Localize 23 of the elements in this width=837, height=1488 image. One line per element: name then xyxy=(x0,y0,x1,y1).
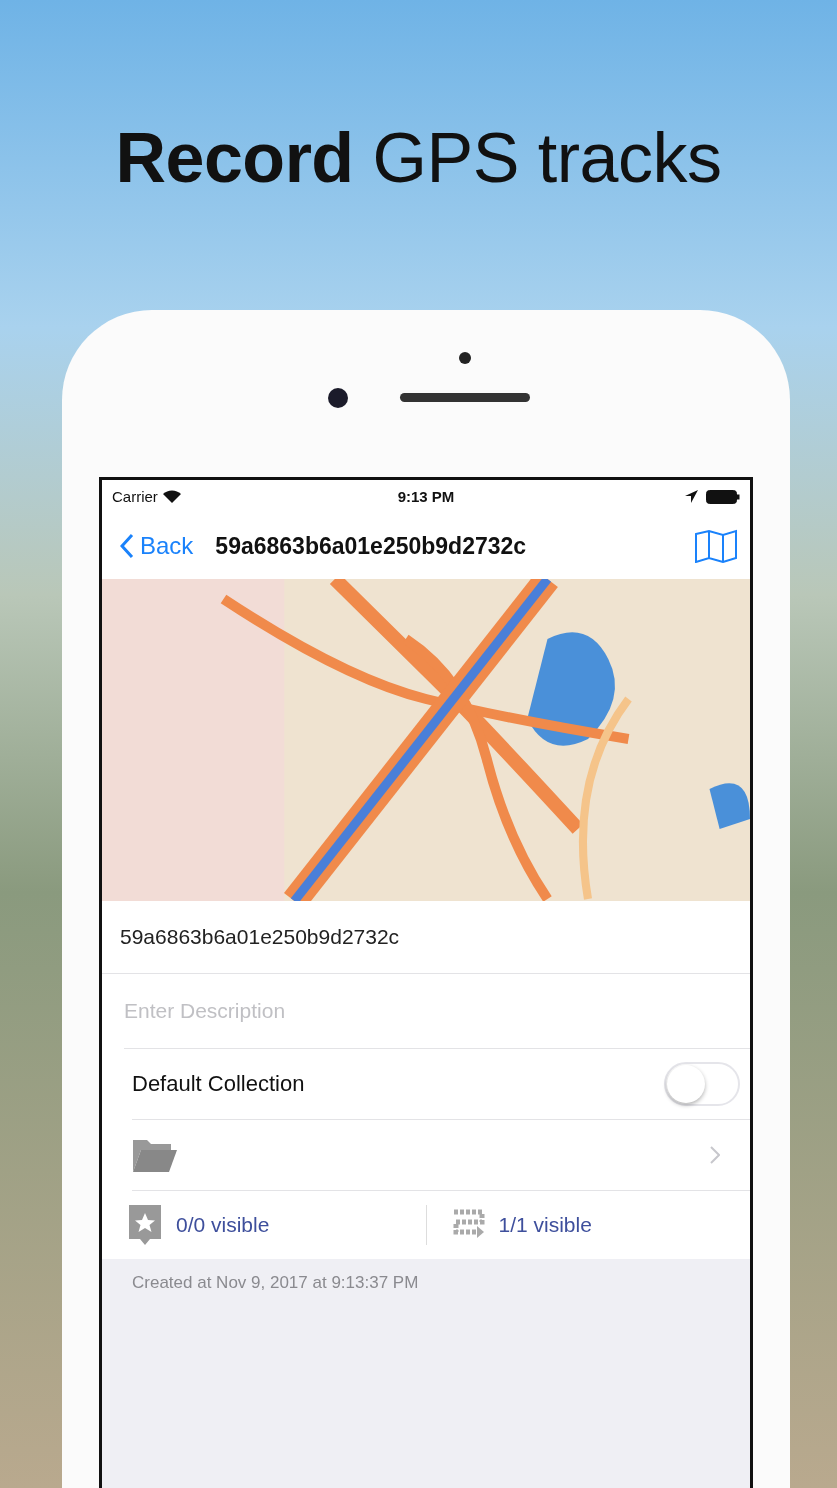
carrier-label: Carrier xyxy=(112,488,158,505)
collection-toggle[interactable] xyxy=(664,1062,740,1106)
map-icon[interactable] xyxy=(694,529,738,563)
location-arrow-icon xyxy=(685,490,698,503)
description-field[interactable]: Enter Description xyxy=(124,999,740,1023)
track-name-field[interactable]: 59a6863b6a01e250b9d2732c xyxy=(120,925,740,949)
map-drawing[interactable] xyxy=(102,579,750,901)
battery-icon xyxy=(706,489,740,504)
camera-lens xyxy=(328,388,348,408)
sensor-dot xyxy=(459,352,471,364)
chevron-right-icon[interactable] xyxy=(710,1146,720,1164)
wifi-icon xyxy=(162,490,181,503)
collection-label: Default Collection xyxy=(132,1071,305,1097)
headline: Record GPS tracks xyxy=(115,118,722,198)
visible-count-link[interactable]: 1/1 visible xyxy=(426,1206,750,1244)
folder-icon xyxy=(132,1137,178,1173)
nav-title: 59a6863b6a01e250b9d2732c xyxy=(215,532,528,560)
visible-count-link[interactable]: 0/0 visible xyxy=(102,1202,426,1248)
star-marker-icon xyxy=(126,1203,164,1247)
clock: 9:13 PM xyxy=(397,488,455,505)
created-date: Created at Nov 9, 2017 at 9:13:37 PM xyxy=(131,1272,420,1294)
back-button[interactable]: Back xyxy=(120,532,194,560)
chevron-left-icon xyxy=(120,533,134,559)
